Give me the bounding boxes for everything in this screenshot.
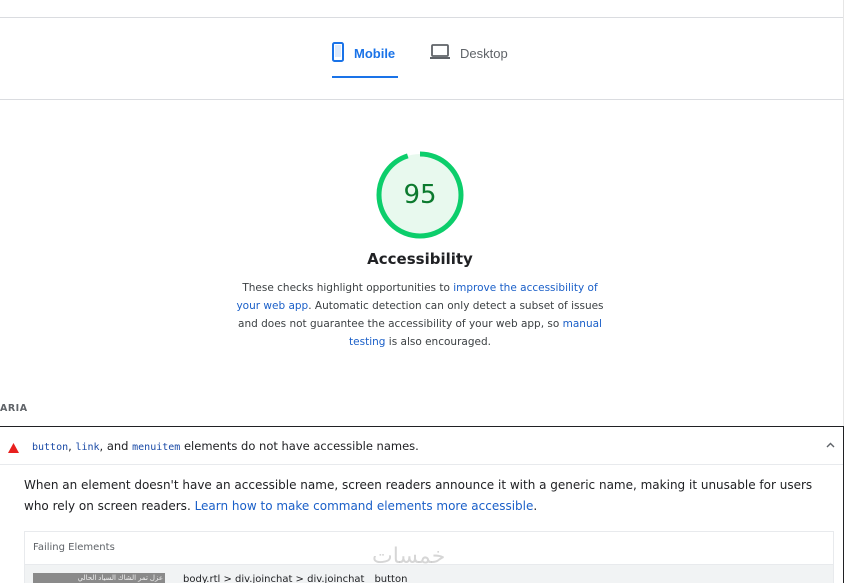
title-sep-2: , and — [99, 439, 133, 453]
audit-title: button, link, and menuitem elements do n… — [32, 439, 419, 453]
tab-desktop[interactable]: Desktop — [430, 28, 520, 78]
audit-header-toggle[interactable]: button, link, and menuitem elements do n… — [0, 427, 843, 465]
top-strip — [0, 0, 844, 18]
watermark-logo: خمسات — [372, 544, 446, 569]
active-tab-indicator — [332, 76, 398, 78]
audit-group-label: ARIA — [0, 403, 28, 414]
category-description: These checks highlight opportunities to … — [236, 279, 604, 351]
chevron-up-icon[interactable] — [826, 439, 835, 451]
tab-mobile[interactable]: Mobile — [332, 28, 398, 78]
category-title: Accessibility — [367, 250, 473, 268]
code-menuitem: menuitem — [132, 442, 181, 453]
audit-description: When an element doesn't have an accessib… — [24, 475, 824, 517]
laptop-icon — [430, 43, 450, 63]
description-text-start: These checks highlight opportunities to — [242, 282, 454, 294]
audit-description-end: . — [533, 499, 538, 513]
node-selector-path: body.rtl > div.joinchat > div.joinchat__… — [183, 574, 408, 583]
mobile-phone-icon — [332, 41, 344, 65]
audit-title-rest: elements do not have accessible names. — [180, 439, 419, 453]
code-link: link — [75, 442, 100, 453]
description-text-end: is also encouraged. — [385, 336, 491, 348]
device-tab-bar: Mobile Desktop — [0, 18, 844, 100]
fail-triangle-icon — [8, 440, 19, 458]
learn-more-link[interactable]: Learn how to make command elements more … — [195, 499, 534, 513]
tab-mobile-label: Mobile — [354, 45, 396, 61]
code-button: button — [32, 442, 69, 453]
accessibility-score: 95 — [403, 180, 437, 210]
tab-desktop-label: Desktop — [460, 45, 508, 61]
element-screenshot-thumbnail: عزل تمر الشاك السياد الحالي — [33, 573, 165, 583]
